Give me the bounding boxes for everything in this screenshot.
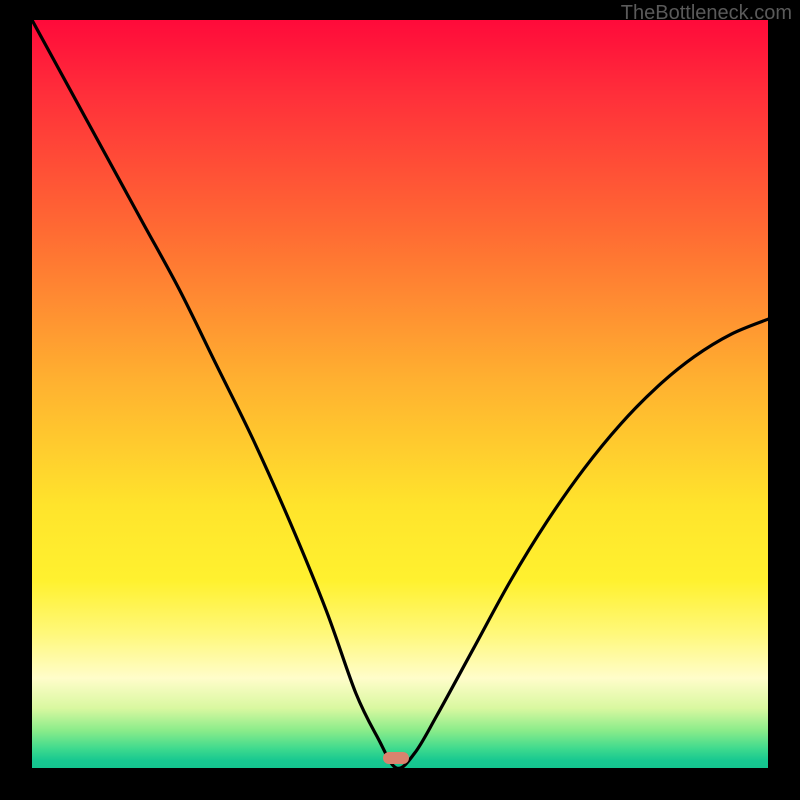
bottleneck-curve (32, 20, 768, 768)
watermark-text: TheBottleneck.com (621, 2, 792, 25)
chart-frame: TheBottleneck.com (0, 0, 800, 800)
plot-area (32, 20, 768, 768)
optimum-marker (383, 752, 409, 764)
